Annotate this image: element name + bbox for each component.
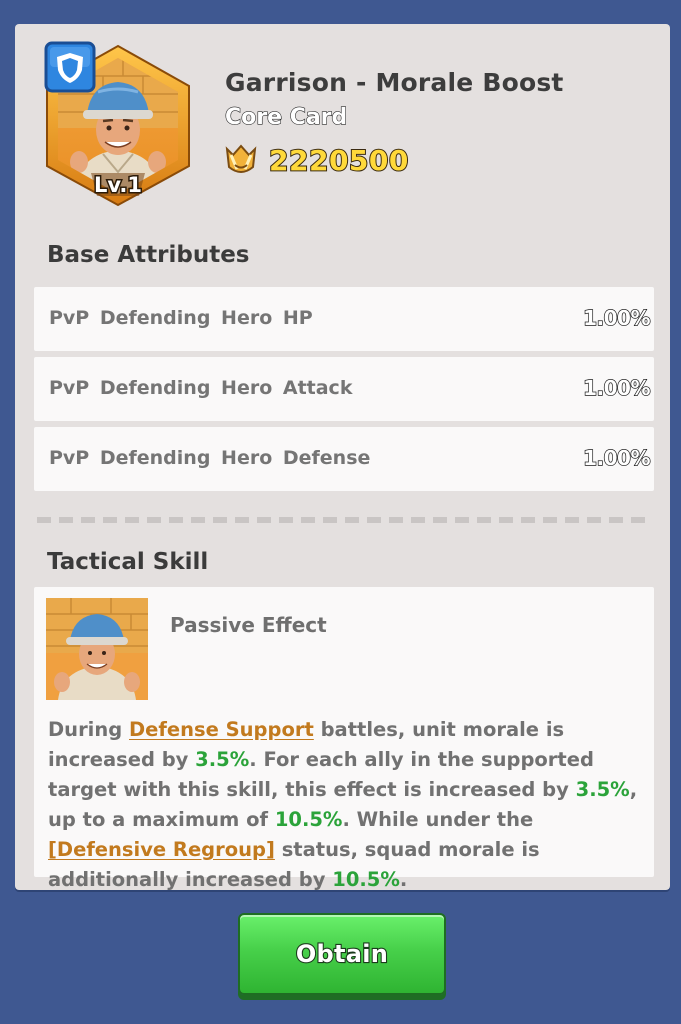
defense-support-link[interactable]: Defense Support [129, 718, 314, 741]
skill-description: During Defense Support battles, unit mor… [48, 715, 648, 895]
attribute-label: PvP Defending Hero HP [49, 307, 313, 329]
skill-text: . While under the [342, 808, 534, 831]
attribute-value: 1.00% [582, 445, 651, 470]
tactical-skill-heading: Tactical Skill [47, 549, 209, 575]
power-row: 2220500 [223, 143, 409, 178]
shield-icon [44, 41, 96, 93]
attribute-label: PvP Defending Hero Defense [49, 447, 371, 469]
attribute-value: 1.00% [582, 375, 651, 400]
skill-value: 10.5% [274, 808, 343, 831]
skill-type-label: Passive Effect [170, 613, 327, 637]
defensive-regroup-link[interactable]: [Defensive Regroup] [48, 838, 275, 861]
card-subtitle: Core Card [224, 104, 348, 130]
obtain-button[interactable]: Obtain [238, 913, 446, 995]
power-value: 2220500 [268, 143, 409, 178]
attribute-row: PvP Defending Hero Defense 1.00% [34, 427, 654, 491]
skill-value: 10.5% [332, 868, 400, 891]
level-badge: Lv.1 [94, 173, 142, 197]
card-detail-panel: Lv.1 Garrison - Morale Boost Core Card 2… [15, 24, 670, 891]
skill-text: During [48, 718, 129, 741]
power-crest-icon [225, 144, 257, 173]
skill-value: 3.5% [575, 778, 630, 801]
skill-box: Passive Effect During Defense Support ba… [34, 587, 654, 891]
skill-portrait [46, 598, 148, 700]
attribute-value: 1.00% [582, 305, 651, 330]
attribute-row: PvP Defending Hero Attack 1.00% [34, 357, 654, 421]
skill-text: . [399, 868, 408, 891]
attribute-label: PvP Defending Hero Attack [49, 377, 353, 399]
base-attributes-heading: Base Attributes [47, 242, 250, 268]
dashed-divider [37, 517, 649, 523]
obtain-label: Obtain [295, 939, 389, 969]
skill-value: 3.5% [195, 748, 250, 771]
attribute-row: PvP Defending Hero HP 1.00% [34, 287, 654, 351]
card-title: Garrison - Morale Boost [225, 68, 564, 97]
